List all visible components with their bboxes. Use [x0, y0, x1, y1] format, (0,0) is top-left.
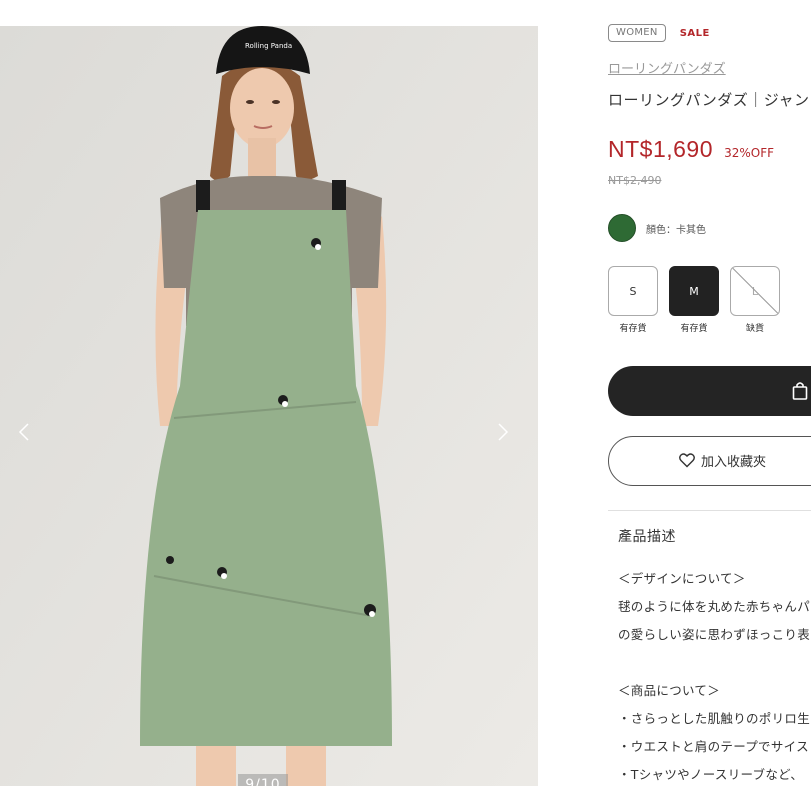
- size-button-l[interactable]: L: [730, 266, 780, 316]
- favorites-label: 加入收藏夾: [701, 455, 767, 470]
- size-option-m: M 有存貨: [669, 266, 719, 334]
- gallery-counter: 9/10: [238, 774, 288, 786]
- add-to-favorites-button[interactable]: 加入收藏夾: [608, 436, 811, 486]
- section-divider: [608, 510, 811, 511]
- women-tag[interactable]: WOMEN: [608, 24, 666, 42]
- product-info-panel: WOMEN SALE ローリングパンダズ ローリングパンダズ｜ジャン NT$1,…: [608, 0, 811, 811]
- color-label: 顏色：卡其色: [646, 224, 706, 236]
- gallery-prev-button[interactable]: [12, 418, 36, 446]
- size-stock-s: 有存貨: [619, 324, 647, 334]
- heart-icon: [679, 453, 695, 468]
- sale-tag: SALE: [679, 27, 710, 39]
- size-button-m[interactable]: M: [669, 266, 719, 316]
- description-line: ・Tシャツやノースリーブなど、: [618, 767, 804, 782]
- chevron-left-icon: [18, 423, 29, 441]
- add-to-cart-button[interactable]: [608, 366, 811, 416]
- shopping-bag-icon: [792, 382, 808, 400]
- size-stock-l: 缺貨: [745, 324, 764, 334]
- cap-logo: Rolling Panda: [245, 42, 292, 50]
- color-selector: 顏色：卡其色: [608, 214, 706, 242]
- size-option-s: S 有存貨: [608, 266, 658, 334]
- color-swatch[interactable]: [608, 214, 636, 242]
- brand-link[interactable]: ローリングパンダズ: [608, 58, 726, 77]
- size-option-l: L 缺貨: [730, 266, 780, 334]
- product-photo: Rolling Panda: [0, 26, 538, 786]
- size-selector: S 有存貨 M 有存貨 L 缺貨: [608, 266, 791, 334]
- gallery-next-button[interactable]: [491, 418, 515, 446]
- favorites-button-content: 加入收藏夾: [679, 451, 766, 470]
- size-stock-m: 有存貨: [680, 324, 708, 334]
- product-image-gallery[interactable]: Rolling Panda 9/10: [0, 26, 538, 786]
- chevron-right-icon: [498, 423, 509, 441]
- description-line: ＜商品について＞: [618, 683, 721, 698]
- description-heading: 產品描述: [618, 529, 676, 545]
- price-row: NT$1,690 32%OFF: [608, 136, 774, 163]
- description-line: 毬のように体を丸めた赤ちゃんパ: [618, 599, 811, 614]
- discount-badge: 32%OFF: [724, 146, 775, 160]
- description-line: ・ウエストと肩のテープでサイス: [618, 739, 809, 754]
- product-title: ローリングパンダズ｜ジャン: [608, 91, 810, 109]
- description-line: ・さらっとした肌触りのポリロ生: [618, 711, 811, 726]
- product-tags: WOMEN SALE: [608, 24, 710, 42]
- description-line: ＜デザインについて＞: [618, 571, 746, 586]
- size-button-s[interactable]: S: [608, 266, 658, 316]
- original-price: NT$2,490: [608, 174, 662, 187]
- sale-price: NT$1,690: [608, 136, 714, 162]
- description-line: の愛らしい姿に思わずほっこり表: [618, 627, 811, 642]
